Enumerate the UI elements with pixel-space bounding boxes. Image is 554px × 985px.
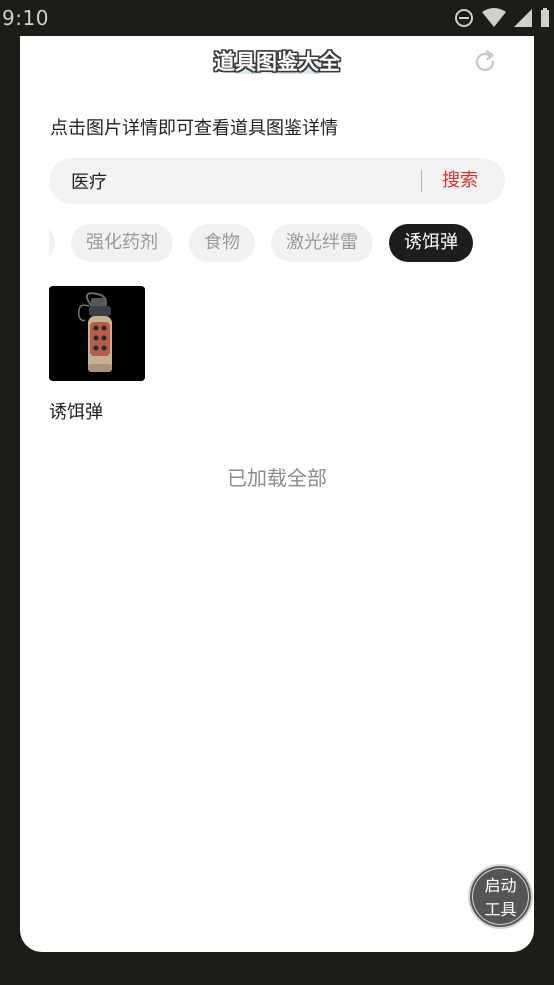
search-divider	[421, 170, 422, 192]
wifi-icon	[482, 8, 506, 27]
load-status: 已加载全部	[227, 466, 327, 490]
category-tabs: 具 强化药剂 食物 激光绊雷 诱饵弹	[49, 224, 505, 264]
battery-icon	[541, 8, 549, 27]
category-chip-decoy[interactable]: 诱饵弹	[389, 224, 473, 262]
category-chip-food[interactable]: 食物	[189, 224, 255, 262]
do-not-disturb-icon	[455, 9, 473, 27]
category-chip-partial[interactable]: 具	[49, 224, 55, 262]
status-icons	[454, 8, 550, 28]
launch-tool-label-line1: 启动	[484, 876, 517, 895]
results-grid: 诱饵弹	[49, 286, 145, 424]
search-input[interactable]	[71, 158, 401, 204]
search-button[interactable]: 搜索	[442, 158, 478, 204]
status-bar: 9:10	[0, 0, 554, 36]
refresh-icon[interactable]	[472, 49, 498, 79]
list-item[interactable]: 诱饵弹	[49, 286, 145, 424]
status-time: 9:10	[2, 6, 49, 30]
launch-tool-button[interactable]: 启动 工具	[468, 864, 533, 929]
search-bar: 搜索	[49, 158, 505, 204]
category-chip-laser-trap[interactable]: 激光绊雷	[271, 224, 373, 262]
decoy-grenade-image[interactable]	[49, 286, 145, 381]
main-panel: 道具图鉴大全 点击图片详情即可查看道具图鉴详情 搜索 具 强化药剂 食物 激光绊…	[20, 36, 534, 952]
signal-icon	[514, 9, 532, 27]
launch-tool-label-line2: 工具	[484, 900, 517, 919]
page-title: 道具图鉴大全	[214, 50, 340, 74]
header: 道具图鉴大全	[20, 36, 534, 88]
hint-text: 点击图片详情即可查看道具图鉴详情	[50, 118, 338, 139]
item-name: 诱饵弹	[49, 402, 103, 423]
category-chip-potion[interactable]: 强化药剂	[71, 224, 173, 262]
